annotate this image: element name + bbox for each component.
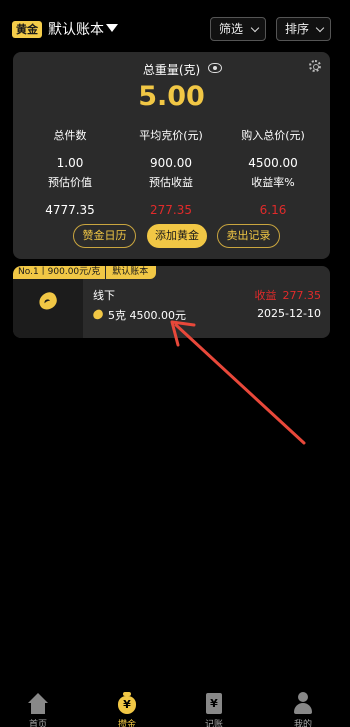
summary-card: 总重量(克) 5.00 总件数 1.00 平均克价(元) 900.00 购入总价… [13, 52, 330, 259]
nav-label: 我的 [293, 720, 312, 727]
nav-label: 记账 [204, 720, 223, 727]
chevron-down-icon [250, 23, 260, 33]
stat-profit-rate: 收益率% 6.16 [220, 174, 326, 217]
sell-records-button[interactable]: 卖出记录 [217, 224, 280, 248]
stat-label: 总件数 [53, 129, 87, 142]
stat-estimated-value: 预估价值 4777.35 [17, 174, 123, 217]
chevron-down-icon [315, 23, 325, 33]
item-profit: 收益 277.35 [255, 287, 322, 303]
stat-value: 6.16 [259, 203, 287, 217]
stat-label: 预估收益 [149, 176, 193, 189]
category-tag[interactable]: 黄金 [12, 21, 42, 38]
item-profit-label: 收益 [254, 289, 277, 302]
add-gold-button[interactable]: 添加黄金 [147, 224, 207, 248]
gold-bean-small-icon [91, 308, 105, 321]
stat-value: 4777.35 [45, 203, 95, 217]
item-number-badge: No.1丨900.00元/克 [13, 266, 106, 279]
caret-down-icon[interactable] [106, 24, 118, 32]
ledger-icon: ¥ [206, 693, 222, 714]
settings-icon[interactable] [309, 60, 321, 72]
account-selector[interactable]: 默认账本 [48, 19, 104, 39]
item-date: 2025-12-10 [257, 307, 321, 320]
item-name: 线下 [93, 289, 115, 302]
item-weight-price: 5克 4500.00元 [108, 309, 186, 322]
total-weight-value: 5.00 [138, 81, 205, 112]
gold-calendar-button[interactable]: 赞金日历 [73, 224, 136, 248]
filter-label: 筛选 [219, 22, 244, 36]
stat-value: 4500.00 [248, 156, 298, 170]
home-icon [28, 693, 48, 715]
stat-estimated-profit: 预估收益 277.35 [118, 174, 224, 217]
top-bar: 黄金 默认账本 筛选 排序 [0, 0, 350, 60]
stat-label: 预估价值 [48, 176, 92, 189]
gold-bean-icon [36, 289, 60, 313]
sort-label: 排序 [285, 22, 310, 36]
gold-bag-icon [117, 692, 137, 714]
stat-avg-price: 平均克价(元) 900.00 [118, 127, 224, 170]
item-badges: No.1丨900.00元/克 默认账本 [13, 266, 157, 279]
item-profit-value: 277.35 [282, 289, 322, 302]
total-weight-title: 总重量(克) [142, 63, 201, 77]
stat-value: 1.00 [56, 156, 84, 170]
stat-label: 平均克价(元) [139, 129, 203, 142]
user-icon [293, 692, 313, 714]
stat-value: 277.35 [150, 203, 192, 217]
nav-label: 攒金 [117, 720, 136, 727]
stat-total-count: 总件数 1.00 [17, 127, 123, 170]
gold-item-card[interactable]: No.1丨900.00元/克 默认账本 线下 收益 277.35 5克 4500.… [13, 266, 330, 338]
filter-button[interactable]: 筛选 [210, 17, 266, 41]
stat-label: 收益率% [251, 176, 295, 189]
stat-purchase-total: 购入总价(元) 4500.00 [220, 127, 326, 170]
sort-button[interactable]: 排序 [276, 17, 331, 41]
stat-value: 900.00 [150, 156, 192, 170]
bottom-nav: 首页 攒金 ¥ 记账 我的 [0, 688, 350, 727]
item-account-badge: 默认账本 [106, 266, 157, 279]
nav-label: 首页 [28, 720, 47, 727]
eye-icon[interactable] [208, 63, 222, 73]
stat-label: 购入总价(元) [241, 129, 305, 142]
